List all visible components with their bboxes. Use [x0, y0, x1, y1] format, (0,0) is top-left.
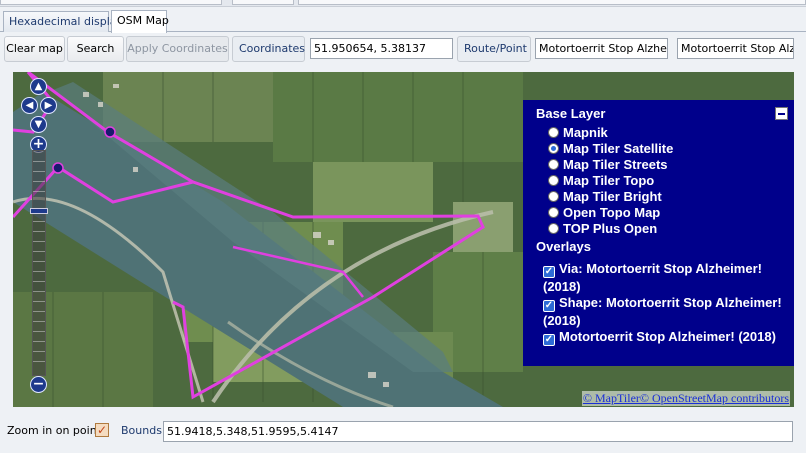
route-point-input[interactable]: Motortoerrit Stop Alzheime [535, 38, 668, 59]
route-point-input-2[interactable]: Motortoerrit Stop Alzhe [677, 38, 794, 59]
radio-icon[interactable] [548, 207, 559, 218]
zoom-tick [33, 251, 45, 252]
zoom-tick [33, 231, 45, 232]
base-layer-option-map-tiler-topo[interactable]: Map Tiler Topo [548, 173, 654, 189]
base-layer-label: Map Tiler Streets [563, 157, 668, 172]
pan-down-icon[interactable]: ▼ [30, 116, 47, 133]
coordinates-input[interactable]: 51.950654, 5.38137 [310, 38, 453, 59]
base-layer-option-mapnik[interactable]: Mapnik [548, 125, 608, 141]
top-edge-strip [0, 0, 806, 7]
zoom-in-on-point-checkbox[interactable]: ✓ [95, 423, 109, 437]
overlay-option-via[interactable]: ✓ Via: Motortoerrit Stop Alzheimer! (2018… [543, 260, 783, 295]
zoom-tick [33, 171, 45, 172]
overlay-label: Motortoerrit Stop Alzheimer! (2018) [559, 329, 776, 344]
zoom-control: + − [29, 136, 48, 394]
radio-icon[interactable] [548, 159, 559, 170]
radio-icon[interactable] [548, 127, 559, 138]
tab-bar: Hexadecimal display OSM Map [0, 10, 806, 33]
zoom-tick [33, 271, 45, 272]
top-edge-segment [298, 0, 806, 5]
radio-icon[interactable] [548, 191, 559, 202]
pan-up-icon[interactable]: ▲ [30, 78, 47, 95]
zoom-tick [33, 351, 45, 352]
pan-control: ▲ ◀ ▶ ▼ [21, 78, 57, 134]
apply-coordinates-button[interactable]: Apply Coordinates [126, 36, 229, 62]
zoom-tick [33, 261, 45, 262]
zoom-slider-track[interactable] [32, 150, 46, 376]
bounds-input[interactable]: 51.9418,5.348,51.9595,5.4147 [163, 421, 793, 442]
zoom-tick [33, 301, 45, 302]
overlay-option-route[interactable]: ✓ Motortoerrit Stop Alzheimer! (2018) [543, 328, 783, 346]
radio-icon[interactable] [548, 175, 559, 186]
radio-selected-icon[interactable] [548, 143, 559, 154]
base-layer-label: Open Topo Map [563, 205, 661, 220]
coordinates-label: Coordinates [232, 36, 305, 62]
layer-switcher-panel: Base Layer Mapnik Map Tiler Satellite Ma… [523, 100, 794, 366]
zoom-out-button[interactable]: − [30, 376, 47, 393]
zoom-tick [33, 191, 45, 192]
zoom-tick [33, 321, 45, 322]
base-layer-label: Map Tiler Bright [563, 189, 662, 204]
radio-icon[interactable] [548, 223, 559, 234]
base-layer-label: Mapnik [563, 125, 608, 140]
pan-left-icon[interactable]: ◀ [21, 97, 38, 114]
zoom-tick [33, 291, 45, 292]
pan-right-icon[interactable]: ▶ [40, 97, 57, 114]
bottom-bar: Zoom in on point ✓ Bounds 51.9418,5.348,… [0, 417, 806, 447]
zoom-tick [33, 241, 45, 242]
base-layer-option-map-tiler-streets[interactable]: Map Tiler Streets [548, 157, 668, 173]
checkbox-checked-icon[interactable]: ✓ [543, 300, 555, 312]
overlay-label: Shape: Motortoerrit Stop Alzheimer! (201… [543, 295, 782, 328]
top-edge-segment [232, 0, 294, 5]
bounds-label: Bounds [121, 424, 162, 437]
tab-osm-map[interactable]: OSM Map [111, 10, 169, 33]
overlay-label: Via: Motortoerrit Stop Alzheimer! (2018) [543, 261, 762, 294]
base-layer-option-map-tiler-bright[interactable]: Map Tiler Bright [548, 189, 662, 205]
clear-map-button[interactable]: Clear map [4, 36, 65, 62]
zoom-tick [33, 331, 45, 332]
zoom-slider-handle[interactable] [30, 208, 48, 214]
base-layer-label: TOP Plus Open [563, 221, 658, 236]
base-layer-label: Map Tiler Topo [563, 173, 655, 188]
checkbox-checked-icon[interactable]: ✓ [543, 266, 555, 278]
base-layer-label: Map Tiler Satellite [563, 141, 674, 156]
map-toolbar: Clear map Search Apply Coordinates Coord… [0, 33, 806, 66]
zoom-tick [33, 361, 45, 362]
zoom-tick [33, 221, 45, 222]
osm-map-window: Hexadecimal display OSM Map Clear map Se… [0, 0, 806, 453]
map-view[interactable]: ▲ ◀ ▶ ▼ + − Base Layer Mapnik Map Tiler … [13, 72, 794, 407]
zoom-in-on-point-label: Zoom in on point [7, 424, 101, 437]
zoom-tick [33, 341, 45, 342]
checkbox-checked-icon[interactable]: ✓ [543, 334, 555, 346]
map-attribution-link[interactable]: © MapTiler© OpenStreetMap contributors [581, 391, 790, 406]
base-layer-option-open-topo-map[interactable]: Open Topo Map [548, 205, 660, 221]
overlays-heading: Overlays [536, 239, 591, 254]
minimize-icon[interactable] [775, 107, 788, 120]
zoom-tick [33, 161, 45, 162]
base-layer-heading: Base Layer [536, 106, 606, 121]
search-button[interactable]: Search [67, 36, 124, 62]
base-layer-option-map-tiler-satellite[interactable]: Map Tiler Satellite [548, 141, 673, 157]
overlay-option-shape[interactable]: ✓ Shape: Motortoerrit Stop Alzheimer! (20… [543, 294, 783, 329]
route-point-label: Route/Point [457, 36, 531, 62]
zoom-tick [33, 281, 45, 282]
top-edge-segment [0, 0, 222, 5]
tab-hexadecimal-display[interactable]: Hexadecimal display [3, 11, 123, 32]
zoom-tick [33, 181, 45, 182]
base-layer-option-top-plus-open[interactable]: TOP Plus Open [548, 221, 657, 237]
zoom-tick [33, 311, 45, 312]
